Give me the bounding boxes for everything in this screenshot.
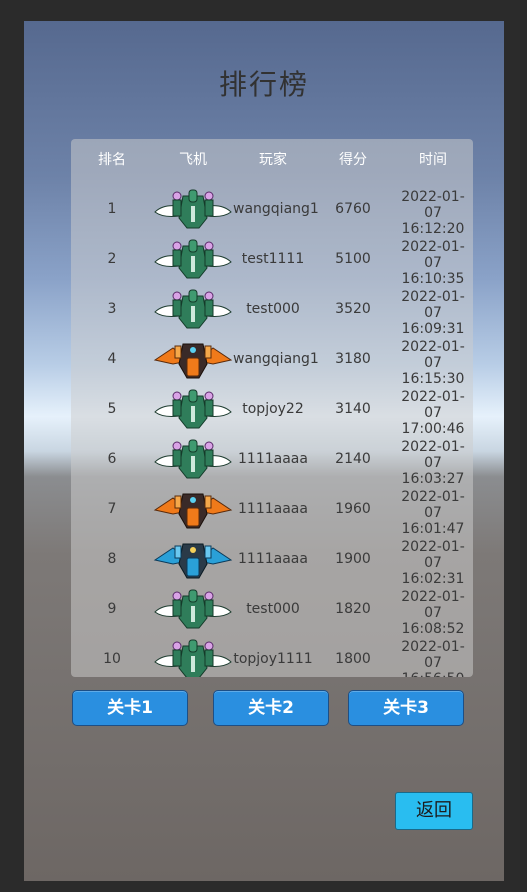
game-scene: 排行榜 排名 飞机 玩家 得分 时间 1 wangqiang1 6760 2022-0… — [24, 21, 504, 881]
header-plane: 飞机 — [179, 152, 207, 168]
leaderboard-row: 6 1111aaaa 2140 2022-01-07 16:03:27 — [71, 434, 473, 487]
row-rank: 8 — [107, 551, 117, 567]
leaderboard-row: 8 1111aaaa 1900 2022-01-07 16:02:31 — [71, 534, 473, 587]
row-time: 2022-01-07 16:02:31 — [393, 539, 473, 587]
row-date-text: 2022-01-07 — [401, 489, 465, 521]
row-date-text: 2022-01-07 — [401, 189, 465, 221]
row-time: 2022-01-07 16:08:52 — [393, 589, 473, 637]
row-time: 2022-01-07 16:09:31 — [393, 289, 473, 337]
blue-plane-icon — [153, 536, 233, 582]
row-score: 3520 — [335, 301, 371, 317]
header-time: 时间 — [419, 152, 447, 168]
row-rank: 5 — [107, 401, 117, 417]
row-time: 2022-01-07 17:00:46 — [393, 389, 473, 437]
green-plane-icon — [153, 236, 233, 282]
row-player: wangqiang1 — [233, 351, 319, 367]
leaderboard-row: 1 wangqiang1 6760 2022-01-07 16:12:20 — [71, 184, 473, 237]
row-rank: 7 — [107, 501, 117, 517]
row-date-text: 2022-01-07 — [401, 639, 465, 671]
row-rank: 1 — [107, 201, 117, 217]
green-plane-icon — [153, 586, 233, 632]
row-player: wangqiang1 — [233, 201, 319, 217]
row-time-text: 16:56:50 — [393, 671, 473, 677]
row-score: 1800 — [335, 651, 371, 667]
leaderboard-row: 4 wangqiang1 3180 2022-01-07 16:15:30 — [71, 334, 473, 387]
leaderboard-panel: 排名 飞机 玩家 得分 时间 1 wangqiang1 6760 2022-01-07… — [71, 139, 473, 677]
row-rank: 4 — [107, 351, 117, 367]
leaderboard-row: 3 test000 3520 2022-01-07 16:09:31 — [71, 284, 473, 337]
row-rank: 10 — [103, 651, 121, 667]
row-score: 2140 — [335, 451, 371, 467]
green-plane-icon — [153, 636, 233, 677]
row-player: 1111aaaa — [238, 551, 308, 567]
leaderboard-row: 2 test1111 5100 2022-01-07 16:10:35 — [71, 234, 473, 287]
row-score: 3140 — [335, 401, 371, 417]
level-1-button[interactable]: 关卡1 — [72, 690, 188, 726]
row-date-text: 2022-01-07 — [401, 239, 465, 271]
row-score: 1820 — [335, 601, 371, 617]
row-rank: 3 — [107, 301, 117, 317]
row-player: topjoy1111 — [233, 651, 313, 667]
row-time: 2022-01-07 16:01:47 — [393, 489, 473, 537]
row-rank: 9 — [107, 601, 117, 617]
header-score: 得分 — [339, 152, 367, 168]
orange-plane-icon — [153, 336, 233, 382]
level-3-button[interactable]: 关卡3 — [348, 690, 464, 726]
row-date-text: 2022-01-07 — [401, 589, 465, 621]
leaderboard-row: 10 topjoy1111 1800 2022-01-0716:56:50 — [71, 634, 473, 677]
green-plane-icon — [153, 436, 233, 482]
row-score: 6760 — [335, 201, 371, 217]
row-player: topjoy22 — [242, 401, 304, 417]
row-player: test000 — [246, 301, 300, 317]
row-date-text: 2022-01-07 — [401, 339, 465, 371]
header-rank: 排名 — [98, 152, 126, 168]
green-plane-icon — [153, 286, 233, 332]
row-time: 2022-01-07 16:15:30 — [393, 339, 473, 387]
back-button[interactable]: 返回 — [395, 792, 473, 830]
row-rank: 2 — [107, 251, 117, 267]
row-score: 5100 — [335, 251, 371, 267]
row-date-text: 2022-01-07 — [401, 289, 465, 321]
level-2-button[interactable]: 关卡2 — [213, 690, 329, 726]
row-score: 1900 — [335, 551, 371, 567]
leaderboard-header: 排名 飞机 玩家 得分 时间 — [71, 149, 473, 169]
row-time: 2022-01-07 16:10:35 — [393, 239, 473, 287]
orange-plane-icon — [153, 486, 233, 532]
leaderboard-row: 7 1111aaaa 1960 2022-01-07 16:01:47 — [71, 484, 473, 537]
row-time: 2022-01-07 16:03:27 — [393, 439, 473, 487]
row-player: test1111 — [241, 251, 305, 267]
page-title: 排行榜 — [218, 68, 309, 101]
row-score: 1960 — [335, 501, 371, 517]
row-date-text: 2022-01-07 — [401, 439, 465, 471]
row-time: 2022-01-07 16:12:20 — [393, 189, 473, 237]
row-score: 3180 — [335, 351, 371, 367]
leaderboard-row: 5 topjoy22 3140 2022-01-07 17:00:46 — [71, 384, 473, 437]
row-rank: 6 — [107, 451, 117, 467]
leaderboard-row: 9 test000 1820 2022-01-07 16:08:52 — [71, 584, 473, 637]
green-plane-icon — [153, 386, 233, 432]
header-player: 玩家 — [259, 152, 287, 168]
row-player: 1111aaaa — [238, 451, 308, 467]
row-player: 1111aaaa — [238, 501, 308, 517]
row-date-text: 2022-01-07 — [401, 539, 465, 571]
row-time: 2022-01-0716:56:50 — [393, 639, 473, 677]
row-player: test000 — [246, 601, 300, 617]
row-date-text: 2022-01-07 — [401, 389, 465, 421]
green-plane-icon — [153, 186, 233, 232]
